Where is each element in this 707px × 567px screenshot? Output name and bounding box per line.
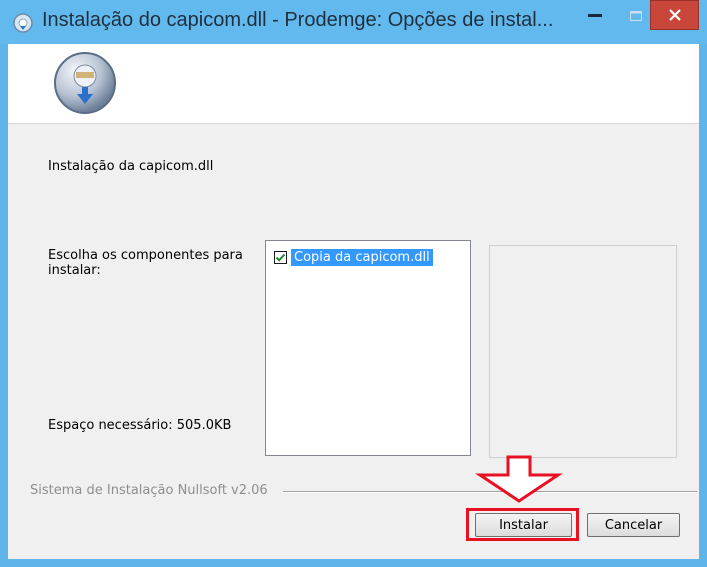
minimize-button[interactable] [575,0,615,32]
installer-icon [13,13,33,33]
close-icon [668,9,681,21]
list-item[interactable]: Copia da capicom.dll [274,248,433,266]
installer-window: Instalação do capicom.dll - Prodemge: Op… [0,0,707,567]
nullsoft-brand: Sistema de Instalação Nullsoft v2.06 [30,483,268,498]
description-box [489,245,677,458]
content-area: Instalação da capicom.dll Escolha os com… [8,124,699,559]
choose-components-label: Escolha os componentes para instalar: [48,248,243,278]
components-list[interactable]: Copia da capicom.dll [265,240,471,456]
minimize-icon [588,14,602,17]
component-checkbox[interactable] [274,250,287,264]
red-down-arrow-icon [475,455,563,503]
nsis-logo-icon [54,52,116,114]
space-required-label: Espaço necessário: 505.0KB [48,418,232,433]
checkmark-icon [275,253,286,262]
close-button[interactable] [650,0,699,30]
intro-text: Instalação da capicom.dll [48,159,214,174]
window-title: Instalação do capicom.dll - Prodemge: Op… [42,9,554,31]
component-label: Copia da capicom.dll [291,248,433,266]
maximize-icon [630,11,642,21]
installer-header [8,44,699,124]
cancel-button[interactable]: Cancelar [587,513,680,537]
install-highlight-box [466,508,579,541]
title-bar[interactable]: Instalação do capicom.dll - Prodemge: Op… [0,0,707,44]
